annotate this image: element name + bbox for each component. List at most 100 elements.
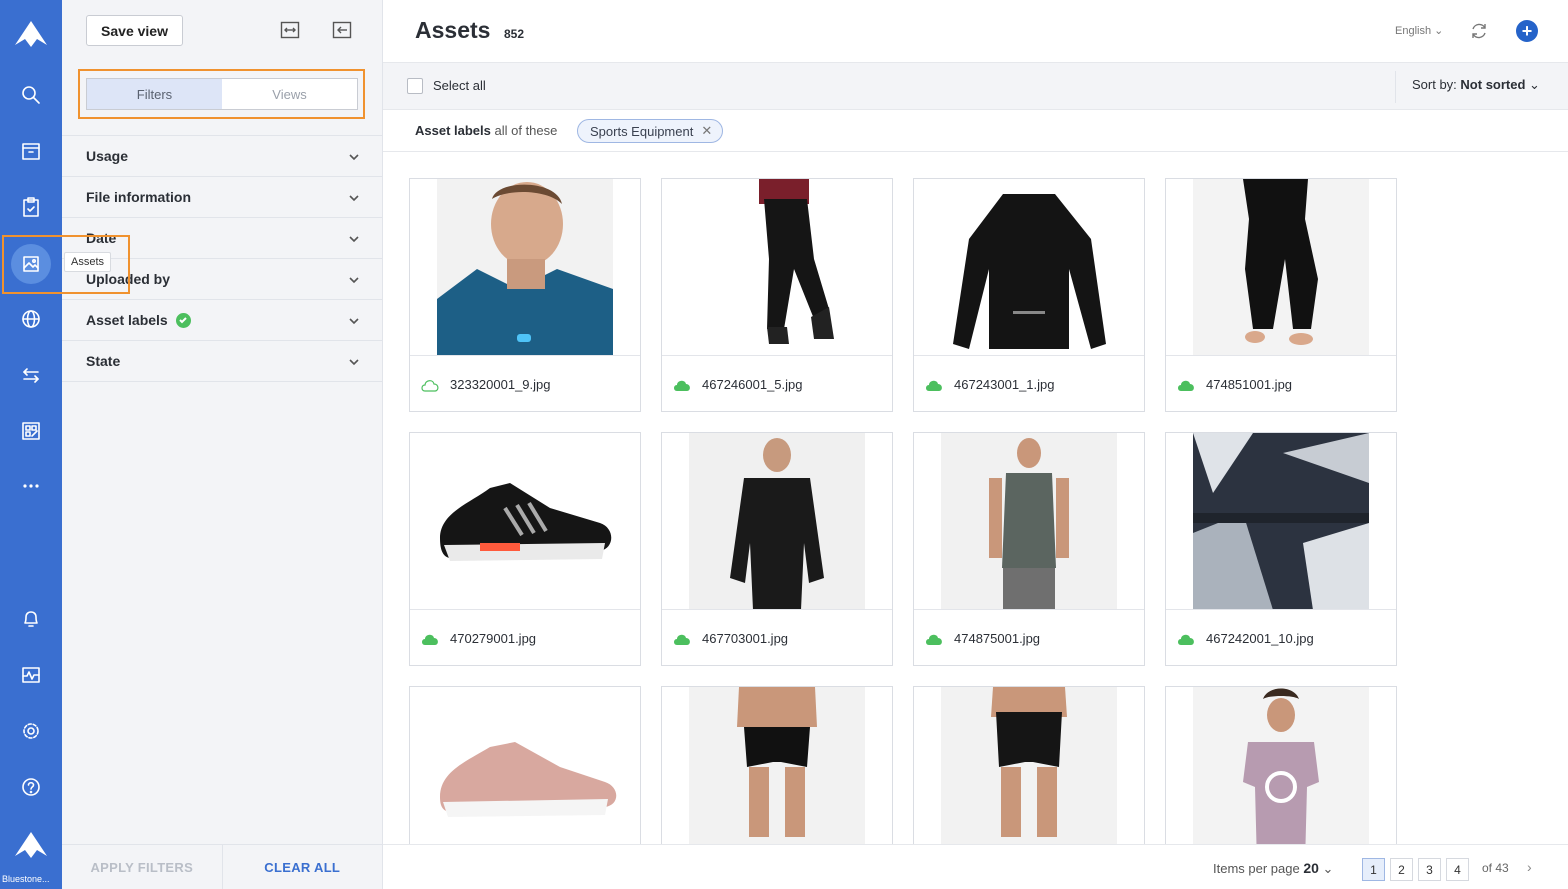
asset-filename: 467703001.jpg <box>702 631 789 646</box>
globe-icon[interactable] <box>0 299 62 339</box>
asset-card[interactable] <box>661 686 893 844</box>
asset-thumbnail <box>1166 433 1396 610</box>
asset-card[interactable]: 467246001_5.jpg <box>661 178 893 412</box>
asset-footer: 474875001.jpg <box>914 611 1144 666</box>
activity-icon[interactable] <box>0 655 62 695</box>
apply-filters-button[interactable]: APPLY FILTERS <box>62 845 223 889</box>
items-per-page-label: Items per page <box>1213 861 1300 876</box>
page-button[interactable]: 2 <box>1390 858 1413 881</box>
chevron-down-icon <box>348 150 360 162</box>
collapse-panel-icon[interactable] <box>332 20 352 40</box>
page-total: of 43 <box>1482 861 1509 875</box>
asset-filename: 467246001_5.jpg <box>702 377 803 392</box>
sort-dropdown[interactable]: Sort by: Not sorted ⌄ <box>1412 77 1540 93</box>
check-icon <box>175 312 191 328</box>
asset-card[interactable]: 470279001.jpg <box>409 432 641 666</box>
asset-filename: 467243001_1.jpg <box>954 377 1055 392</box>
add-asset-button[interactable]: + <box>1516 20 1538 42</box>
cloud-icon <box>420 632 440 646</box>
bell-icon[interactable] <box>0 599 62 639</box>
asset-card[interactable]: 474851001.jpg <box>1165 178 1397 412</box>
search-icon[interactable] <box>0 75 62 115</box>
asset-filename: 467242001_10.jpg <box>1206 631 1314 646</box>
chevron-down-icon <box>348 273 360 285</box>
items-per-page[interactable]: Items per page 20 ⌄ <box>1213 860 1333 877</box>
filter-section-label: File information <box>86 189 191 205</box>
asset-footer: 467242001_10.jpg <box>1166 611 1396 666</box>
expand-width-icon[interactable] <box>280 20 300 40</box>
asset-thumbnail <box>1166 687 1396 844</box>
chevron-down-icon: ⌄ <box>1434 25 1444 37</box>
asset-card[interactable]: 474875001.jpg <box>913 432 1145 666</box>
filter-section-state[interactable]: State <box>62 341 382 382</box>
asset-card[interactable]: 467242001_10.jpg <box>1165 432 1397 666</box>
tab-views[interactable]: Views <box>222 79 357 109</box>
filter-section-label: Date <box>86 230 117 246</box>
image-icon[interactable] <box>0 244 62 284</box>
more-icon[interactable] <box>0 466 62 506</box>
transfer-icon[interactable] <box>0 355 62 395</box>
sort-prefix: Sort by: <box>1412 77 1457 92</box>
asset-card[interactable]: 323320001_9.jpg <box>409 178 641 412</box>
filter-section-label: Usage <box>86 148 129 164</box>
filter-section-usage[interactable]: Usage <box>62 136 382 177</box>
filter-section-label: Asset labels <box>86 312 168 328</box>
filter-section-asset-labels[interactable]: Asset labels <box>62 300 382 341</box>
clipboard-icon[interactable] <box>0 187 62 227</box>
asset-footer: 467703001.jpg <box>662 611 892 666</box>
cloud-icon <box>672 378 692 392</box>
asset-card[interactable] <box>1165 686 1397 844</box>
asset-thumbnail <box>914 179 1144 356</box>
select-all-label[interactable]: Select all <box>433 78 486 93</box>
clear-all-button[interactable]: CLEAR ALL <box>223 845 383 889</box>
asset-card[interactable] <box>913 686 1145 844</box>
archive-icon[interactable] <box>0 131 62 171</box>
asset-card[interactable]: 467243001_1.jpg <box>913 178 1145 412</box>
filter-section-label: State <box>86 353 121 369</box>
filter-section-file-information[interactable]: File information <box>62 177 382 218</box>
asset-card[interactable] <box>409 686 641 844</box>
cloud-icon <box>924 378 944 392</box>
asset-thumbnail <box>914 687 1144 844</box>
language-select[interactable]: English ⌄ <box>1395 24 1443 37</box>
asset-footer: 467243001_1.jpg <box>914 357 1144 412</box>
asset-thumbnail <box>662 179 892 356</box>
cloud-icon <box>924 632 944 646</box>
tab-filters[interactable]: Filters <box>87 79 222 109</box>
page-button[interactable]: 1 <box>1362 858 1385 881</box>
active-filter-qualifier: all of these <box>494 123 558 138</box>
nav-tooltip: Assets <box>64 252 112 272</box>
cloud-icon <box>1176 632 1196 646</box>
gear-icon[interactable] <box>0 711 62 751</box>
chevron-down-icon <box>348 314 360 326</box>
chevron-right-icon[interactable]: › <box>1527 859 1532 875</box>
filter-section-label: Uploaded by <box>86 271 171 287</box>
cloud-icon <box>1176 378 1196 392</box>
page-button[interactable]: 3 <box>1418 858 1441 881</box>
brand-icon[interactable] <box>0 825 62 865</box>
asset-filename: 474851001.jpg <box>1206 377 1293 392</box>
asset-footer: 323320001_9.jpg <box>410 357 640 412</box>
asset-thumbnail <box>662 687 892 844</box>
asset-grid: 323320001_9.jpg 467246001_5.jpg 46724300… <box>409 178 1409 844</box>
asset-thumbnail <box>1166 179 1396 356</box>
close-icon[interactable]: ✕ <box>701 123 712 139</box>
logo-icon[interactable] <box>0 14 62 54</box>
asset-thumbnail <box>410 179 640 356</box>
filter-view-tabs: Filters Views <box>86 78 358 110</box>
help-icon[interactable] <box>0 767 62 807</box>
language-label: English <box>1395 25 1432 37</box>
dashboard-icon[interactable] <box>0 411 62 451</box>
chevron-down-icon <box>348 232 360 244</box>
items-per-page-value: 20 <box>1303 860 1319 876</box>
sync-icon[interactable] <box>1469 21 1489 41</box>
asset-filename: 470279001.jpg <box>450 631 537 646</box>
select-all-checkbox[interactable] <box>407 78 423 94</box>
page-header: Assets 852 English ⌄ + <box>383 0 1568 63</box>
sort-value: Not sorted <box>1460 77 1526 92</box>
asset-card[interactable]: 467703001.jpg <box>661 432 893 666</box>
filter-chip[interactable]: Sports Equipment ✕ <box>577 119 724 143</box>
save-view-button[interactable]: Save view <box>86 15 183 46</box>
page-button[interactable]: 4 <box>1446 858 1469 881</box>
user-label[interactable]: Bluestone... <box>0 874 62 884</box>
